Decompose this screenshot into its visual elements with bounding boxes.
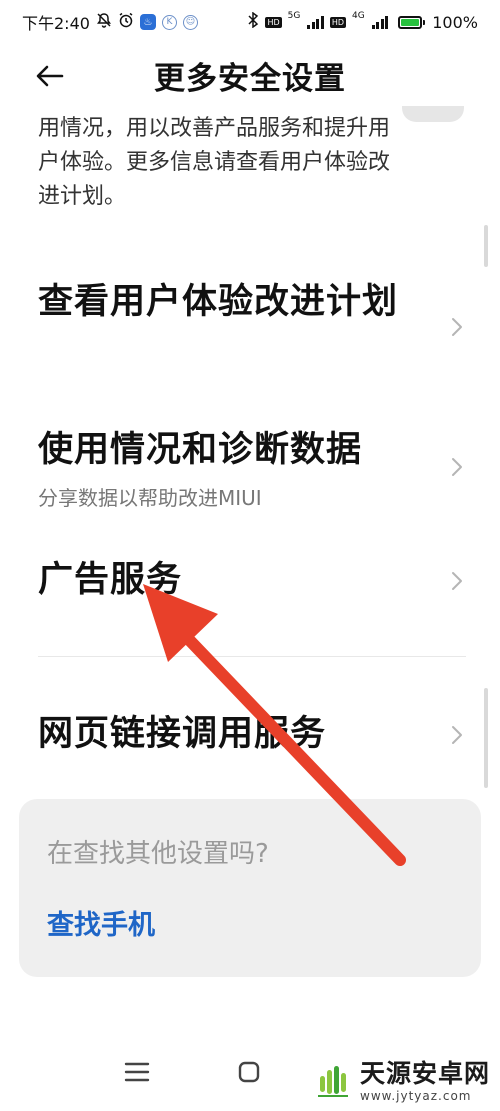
app-notification-icon: ♨	[139, 14, 156, 30]
bluetooth-icon	[247, 11, 259, 32]
alarm-icon	[118, 12, 134, 32]
scrollbar-thumb-lower[interactable]	[484, 688, 488, 788]
description-text: 允许小米收集相关信息分析产品的使用情况，用以改善产品服务和提升用户体验。更多信息…	[38, 106, 391, 209]
watermark-text: 天源安卓网 www.jytyaz.com	[360, 1061, 490, 1102]
find-phone-link[interactable]: 查找手机	[47, 903, 155, 942]
battery-icon	[398, 15, 426, 29]
hd-badge: HD	[265, 16, 282, 28]
home-icon[interactable]	[238, 1061, 260, 1083]
search-settings-card: 在查找其他设置吗? 查找手机	[19, 799, 481, 977]
app-badge-icon: ☺	[182, 14, 198, 30]
chevron-right-icon	[452, 572, 462, 590]
signal-icon	[307, 15, 324, 29]
status-left: 下午2:40 ♨ K ☺	[22, 10, 198, 34]
status-time: 下午2:40	[22, 14, 90, 33]
status-bar: 下午2:40 ♨ K ☺ HD 5G HD 4G 100%	[0, 0, 500, 44]
list-item-web-link-service[interactable]: 网页链接调用服务	[0, 706, 500, 766]
signal-icon-2	[371, 15, 389, 29]
header: 更多安全设置	[0, 44, 500, 106]
item-subtitle: 分享数据以帮助改进MIUI	[38, 486, 262, 510]
description-section: 允许小米收集相关信息分析产品的使用情况，用以改善产品服务和提升用户体验。更多信息…	[0, 106, 500, 231]
search-question: 在查找其他设置吗?	[47, 839, 269, 869]
menu-icon[interactable]	[124, 1060, 150, 1084]
mute-bell-icon	[96, 12, 112, 32]
android-logo-icon	[312, 1060, 354, 1102]
chevron-right-icon	[452, 458, 462, 476]
watermark: 天源安卓网 www.jytyaz.com	[312, 1052, 500, 1110]
item-title: 查看用户体验改进计划	[38, 282, 399, 322]
battery-fill	[401, 18, 420, 26]
chevron-right-icon	[452, 318, 462, 336]
list-item-usage-diagnostics[interactable]: 使用情况和诊断数据 分享数据以帮助改进MIUI	[0, 420, 500, 510]
k-app-icon: K	[161, 14, 177, 30]
watermark-title: 天源安卓网	[360, 1058, 491, 1088]
list-item-ad-service[interactable]: 广告服务	[0, 552, 500, 612]
scrollbar-thumb[interactable]	[484, 225, 488, 267]
list-item-user-experience-plan[interactable]: 查看用户体验改进计划	[0, 272, 500, 382]
item-title: 网页链接调用服务	[38, 714, 327, 754]
divider	[38, 656, 466, 657]
item-title: 使用情况和诊断数据	[38, 430, 363, 470]
watermark-url: www.jytyaz.com	[360, 1088, 472, 1103]
toggle-switch[interactable]	[402, 106, 464, 122]
network-5g-label: 5G	[287, 11, 301, 21]
chevron-right-icon	[452, 726, 462, 744]
status-right: HD 5G HD 4G 100%	[247, 11, 478, 32]
battery-percent: 100%	[432, 12, 478, 32]
item-title: 广告服务	[38, 560, 183, 600]
network-4g-label: 4G	[352, 11, 365, 21]
hd-badge-2: HD	[329, 16, 347, 28]
page-title: 更多安全设置	[154, 60, 346, 97]
